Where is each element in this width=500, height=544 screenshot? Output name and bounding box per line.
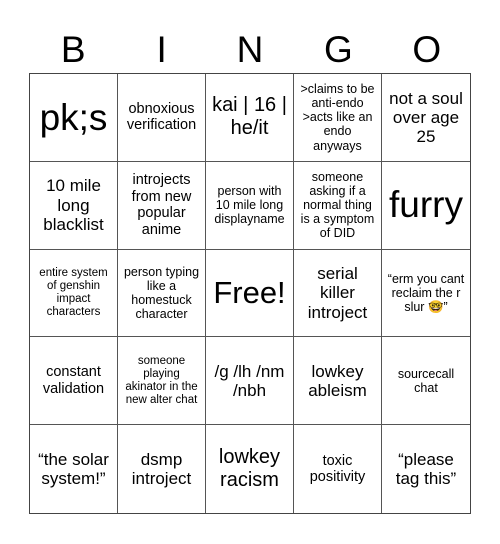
bingo-cell-text: person typing like a homestuck character xyxy=(123,264,200,322)
bingo-cell-text: 10 mile long blacklist xyxy=(43,176,104,234)
bingo-cell[interactable]: /g /lh /nm /nbh xyxy=(206,337,294,426)
header-letter-i: I xyxy=(156,29,167,70)
bingo-cell[interactable]: someone asking if a normal thing is a sy… xyxy=(294,161,382,250)
bingo-cell[interactable]: “erm you cant reclaim the r slur 🤓” xyxy=(382,250,470,338)
bingo-cell[interactable]: kai | 16 | he/it xyxy=(206,74,294,162)
header-letter-n: N xyxy=(236,29,264,70)
bingo-cell-text: sourcecall chat xyxy=(397,366,455,395)
bingo-cell[interactable]: dsmp introject xyxy=(118,425,206,513)
bingo-cell-text: furry xyxy=(389,184,463,226)
bingo-cell-text: “please tag this” xyxy=(395,449,457,489)
bingo-cell-text: lowkey racism xyxy=(218,446,281,492)
bingo-cell-text: /g /lh /nm /nbh xyxy=(214,361,285,400)
bingo-cell[interactable]: introjects from new popular anime xyxy=(118,161,206,250)
bingo-cell-text: “the solar system!” xyxy=(38,449,109,489)
bingo-cell[interactable]: furry xyxy=(382,162,470,250)
bingo-cell-text: obnoxious verification xyxy=(126,101,197,134)
bingo-cell-text: “erm you cant reclaim the r slur 🤓” xyxy=(387,271,465,315)
bingo-cell-text: pk;s xyxy=(39,96,108,138)
bingo-cell[interactable]: person typing like a homestuck character xyxy=(118,249,206,338)
bingo-cell[interactable]: pk;s xyxy=(30,74,118,162)
bingo-cell[interactable]: entire system of genshin impact characte… xyxy=(30,249,118,338)
header-letter-b: B xyxy=(60,29,86,70)
bingo-cell[interactable]: “the solar system!” xyxy=(30,425,118,513)
bingo-cell-free-space[interactable]: Free! xyxy=(206,249,294,338)
bingo-header: B I N G O xyxy=(29,28,471,72)
bingo-cell-text: constant validation xyxy=(42,364,105,397)
bingo-cell[interactable]: obnoxious verification xyxy=(118,74,206,162)
bingo-cell[interactable]: serial killer introject xyxy=(294,249,382,338)
bingo-cell[interactable]: not a soul over age 25 xyxy=(382,74,470,162)
bingo-cell-text: dsmp introject xyxy=(131,449,192,489)
bingo-cell-text: kai | 16 | he/it xyxy=(212,94,287,140)
bingo-cell[interactable]: constant validation xyxy=(30,337,118,426)
bingo-card-grid: pk;s obnoxious verification kai | 16 | he/… xyxy=(29,73,471,514)
bingo-cell-text: not a soul over age 25 xyxy=(389,88,463,146)
bingo-cell-text: lowkey ableism xyxy=(308,361,367,400)
bingo-cell[interactable]: person with 10 mile long displayname xyxy=(206,161,294,250)
header-letter-o: O xyxy=(412,29,442,70)
bingo-cell[interactable]: “please tag this” xyxy=(382,425,470,513)
bingo-cell-text: toxic positivity xyxy=(309,452,366,486)
bingo-cell[interactable]: >claims to be anti-endo >acts like an en… xyxy=(294,74,382,162)
bingo-cell[interactable]: 10 mile long blacklist xyxy=(30,161,118,250)
bingo-cell-text: someone playing akinator in the new alte… xyxy=(125,354,198,406)
bingo-cell[interactable]: lowkey ableism xyxy=(294,337,382,426)
bingo-cell-text: >claims to be anti-endo >acts like an en… xyxy=(300,82,375,153)
bingo-cell[interactable]: lowkey racism xyxy=(206,425,294,513)
bingo-cell[interactable]: someone playing akinator in the new alte… xyxy=(118,337,206,426)
bingo-cell-text: someone asking if a normal thing is a sy… xyxy=(300,169,375,241)
bingo-cell-text: entire system of genshin impact characte… xyxy=(39,267,108,318)
bingo-cell-text: person with 10 mile long displayname xyxy=(214,184,285,227)
bingo-cell-text: serial killer introject xyxy=(307,264,368,322)
bingo-cell-text: introjects from new popular anime xyxy=(131,172,192,238)
bingo-cell-text: Free! xyxy=(213,275,286,311)
header-letter-g: G xyxy=(323,29,353,70)
bingo-cell[interactable]: toxic positivity xyxy=(294,425,382,513)
bingo-cell[interactable]: sourcecall chat xyxy=(382,337,470,426)
